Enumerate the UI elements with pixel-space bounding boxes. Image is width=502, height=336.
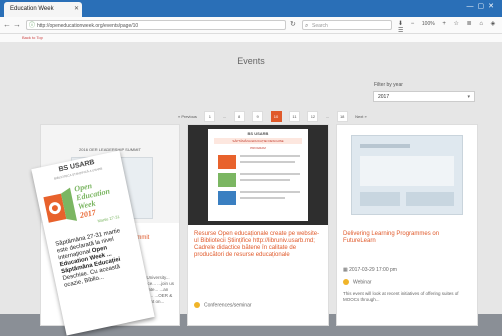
event-type-icon <box>343 279 349 285</box>
chevron-down-icon: ▾ <box>467 94 470 100</box>
screenshot-tile <box>360 192 400 206</box>
year-filter-value: 2017 <box>378 94 390 100</box>
bookmark-star-icon[interactable]: ☆ <box>454 21 459 27</box>
event-type-icon <box>194 302 200 308</box>
tab-education-week[interactable]: Education Week ✕ <box>4 2 82 17</box>
poster-block <box>218 155 236 169</box>
zoom-in-icon[interactable]: + <box>442 21 446 27</box>
event-card[interactable]: Delivering Learning Programmes on Future… <box>336 124 478 326</box>
event-card-type: Webinar <box>353 279 372 286</box>
search-placeholder: Search <box>312 23 328 29</box>
reading-list-icon[interactable]: ≣ <box>467 21 472 27</box>
address-bar[interactable]: ⓘ http://openeducationweek.org/events/pa… <box>26 20 286 30</box>
poster-line <box>240 197 285 199</box>
open-education-week-logo: Open Education Week 2017 Martie 27-31 <box>39 172 130 237</box>
event-card-date-row: ▦ 2017-03-29 17:00 pm <box>343 267 397 273</box>
site-info-icon[interactable]: ⓘ <box>29 21 35 31</box>
pagination-page[interactable]: 11 <box>288 111 300 122</box>
reload-icon[interactable]: ↻ <box>290 20 296 28</box>
event-card-type-row: Webinar <box>343 279 372 285</box>
poster-block <box>218 191 236 205</box>
pagination-page-active[interactable]: 10 <box>270 111 282 122</box>
close-window-icon[interactable]: ✕ <box>488 3 498 10</box>
pagination-next[interactable]: Next » <box>355 112 367 121</box>
pagination-ellipsis: ... <box>325 114 330 119</box>
back-to-top-link[interactable]: Back to Top <box>22 35 43 40</box>
pagination-page[interactable]: 18 <box>336 111 348 122</box>
screenshot-bar <box>360 144 410 148</box>
event-card-date: 2017-03-29 17:00 pm <box>349 267 397 273</box>
forward-icon[interactable]: → <box>13 20 21 29</box>
poster-line <box>240 179 290 181</box>
event-card-description: This event will look at recent initiativ… <box>343 291 459 302</box>
flyer-body: Săptămâna 27-31 martie este declarată la… <box>55 225 143 290</box>
browser-window: Education Week ✕ —▢✕ ← → ⓘ http://opened… <box>0 0 502 336</box>
toolbar-icons: ⬇ − 100% + ☆ ≣ ⌂ ◈ ☰ <box>398 20 502 34</box>
pagination-page[interactable]: 8 <box>233 111 245 122</box>
shield-icon[interactable]: ◈ <box>491 21 496 27</box>
poster-header: BS USARB <box>247 131 269 136</box>
poster-line <box>240 161 295 163</box>
year-filter-select[interactable]: 2017 ▾ <box>373 91 475 102</box>
event-card-meta: Conferences/seminar <box>194 302 252 308</box>
search-input[interactable]: ⌕ Search <box>302 20 392 30</box>
pagination-page[interactable]: 12 <box>307 111 319 122</box>
logo-text: Open Education Week 2017 <box>73 178 114 220</box>
tab-title: Education Week <box>10 6 54 12</box>
event-card-image-caption: 2016 OER LEADERSHIP SUMMIT <box>79 147 141 152</box>
event-card-title[interactable]: Delivering Learning Programmes on Future… <box>343 231 471 245</box>
poster: BS USARB SĂPTĂMÂNA EDUCAȚIEI DESCHISE PR… <box>208 129 308 221</box>
navigation-toolbar: ← → ⓘ http://openeducationweek.org/event… <box>0 17 502 34</box>
home-icon[interactable]: ⌂ <box>479 21 483 27</box>
page-title: Events <box>237 56 265 66</box>
screenshot-panel <box>360 156 454 186</box>
screenshot-tile <box>406 192 454 206</box>
zoom-level[interactable]: 100% <box>422 21 435 27</box>
event-card-image[interactable] <box>337 125 477 223</box>
poster-line <box>240 191 300 193</box>
pagination-page[interactable]: 9 <box>252 111 264 122</box>
event-card[interactable]: BS USARB SĂPTĂMÂNA EDUCAȚIEI DESCHISE PR… <box>187 124 329 326</box>
maximize-icon[interactable]: ▢ <box>478 3 489 10</box>
pagination-ellipsis: ... <box>222 114 227 119</box>
download-icon[interactable]: ⬇ <box>398 21 403 27</box>
poster-line <box>240 155 300 157</box>
tab-bar: Education Week ✕ —▢✕ <box>0 0 502 17</box>
poster-line <box>240 173 300 175</box>
zoom-out-icon[interactable]: − <box>411 21 415 27</box>
event-card-type: Conferences/seminar <box>204 302 252 309</box>
minimize-icon[interactable]: — <box>467 3 478 10</box>
poster-subheader: SĂPTĂMÂNA EDUCAȚIEI DESCHISE <box>214 138 302 144</box>
close-icon[interactable]: ✕ <box>74 2 79 17</box>
back-icon[interactable]: ← <box>3 20 11 29</box>
poster-program-label: PROGRAM <box>250 146 266 150</box>
event-card-image[interactable]: BS USARB SĂPTĂMÂNA EDUCAȚIEI DESCHISE PR… <box>188 125 328 225</box>
search-icon: ⌕ <box>305 23 309 29</box>
pagination: « Previous 1 ... 8 9 10 11 12 ... 18 Nex… <box>178 105 370 122</box>
pagination-page[interactable]: 1 <box>204 111 216 122</box>
event-card-title[interactable]: Resurse Open educaționale create pe webs… <box>194 231 322 259</box>
window-controls: —▢✕ <box>467 2 499 10</box>
pagination-prev[interactable]: « Previous <box>178 112 197 121</box>
event-card-image-screenshot <box>351 135 463 215</box>
filter-label: Filter by year <box>374 82 403 88</box>
poster-block <box>218 173 236 187</box>
url-text: http://openeducationweek.org/events/page… <box>37 23 139 29</box>
